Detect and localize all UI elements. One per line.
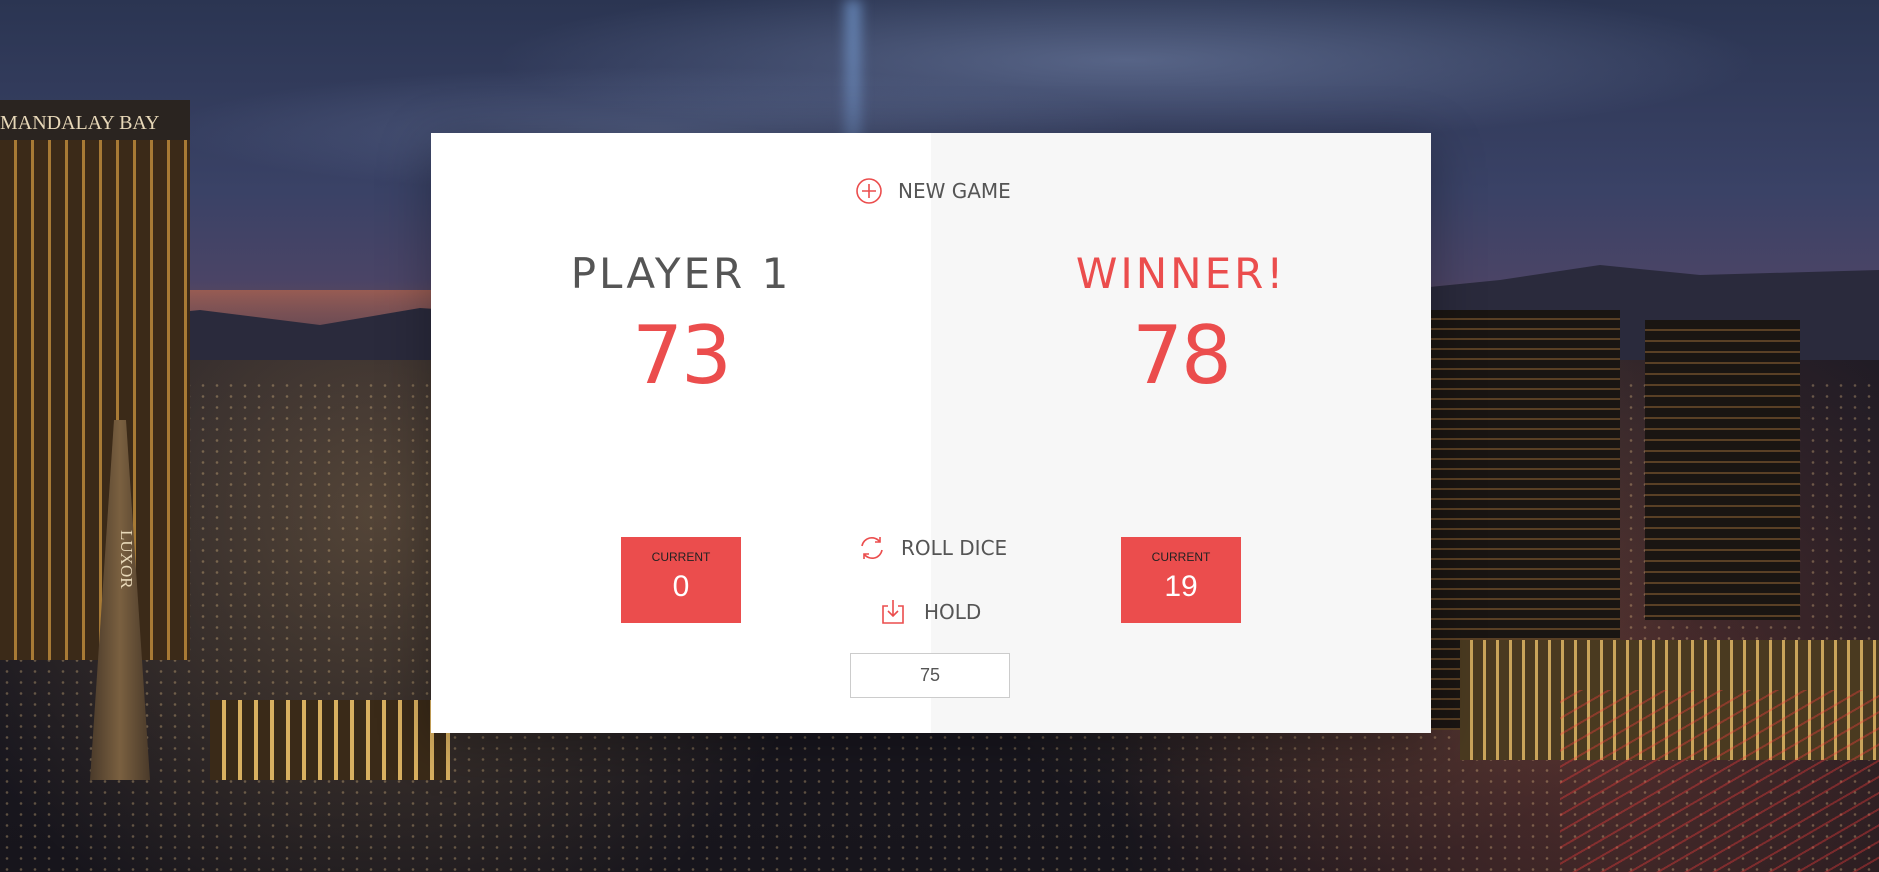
new-game-button[interactable]: NEW GAME bbox=[854, 176, 1011, 206]
player-0-current-box: CURRENT 0 bbox=[621, 537, 741, 623]
tower-right-2 bbox=[1645, 320, 1800, 620]
hold-button[interactable]: HOLD bbox=[878, 597, 981, 627]
player-1-current-score: 19 bbox=[1164, 570, 1198, 603]
refresh-icon bbox=[857, 533, 887, 563]
final-score-input[interactable] bbox=[850, 653, 1010, 698]
luxor-sign: LUXOR bbox=[117, 530, 136, 589]
download-icon bbox=[878, 597, 908, 627]
player-0-score: 73 bbox=[632, 309, 732, 402]
plus-circle-icon bbox=[854, 176, 884, 206]
hold-label: HOLD bbox=[924, 600, 982, 624]
player-0-name: PLAYER 1 bbox=[570, 249, 792, 298]
roll-dice-button[interactable]: ROLL DICE bbox=[857, 533, 1007, 563]
mandalay-bay-tower bbox=[0, 100, 190, 660]
player-0-panel: PLAYER 1 73 CURRENT 0 bbox=[431, 133, 931, 733]
low-building-left bbox=[210, 700, 450, 780]
player-1-current-label: CURRENT bbox=[1151, 550, 1211, 564]
traffic-light-streaks bbox=[1560, 690, 1879, 872]
player-1-score: 78 bbox=[1132, 309, 1232, 402]
player-1-current-box: CURRENT 19 bbox=[1121, 537, 1241, 623]
player-0-current-label: CURRENT bbox=[651, 550, 711, 564]
player-1-name: WINNER! bbox=[1075, 249, 1287, 298]
game-panel: PLAYER 1 73 CURRENT 0 WINNER! 78 CURRENT… bbox=[431, 133, 1431, 733]
roll-dice-label: ROLL DICE bbox=[901, 536, 1008, 560]
mandalay-bay-sign: MANDALAY BAY bbox=[0, 112, 160, 134]
player-0-current-score: 0 bbox=[672, 570, 690, 603]
new-game-label: NEW GAME bbox=[898, 179, 1011, 203]
player-1-panel: WINNER! 78 CURRENT 19 bbox=[931, 133, 1431, 733]
